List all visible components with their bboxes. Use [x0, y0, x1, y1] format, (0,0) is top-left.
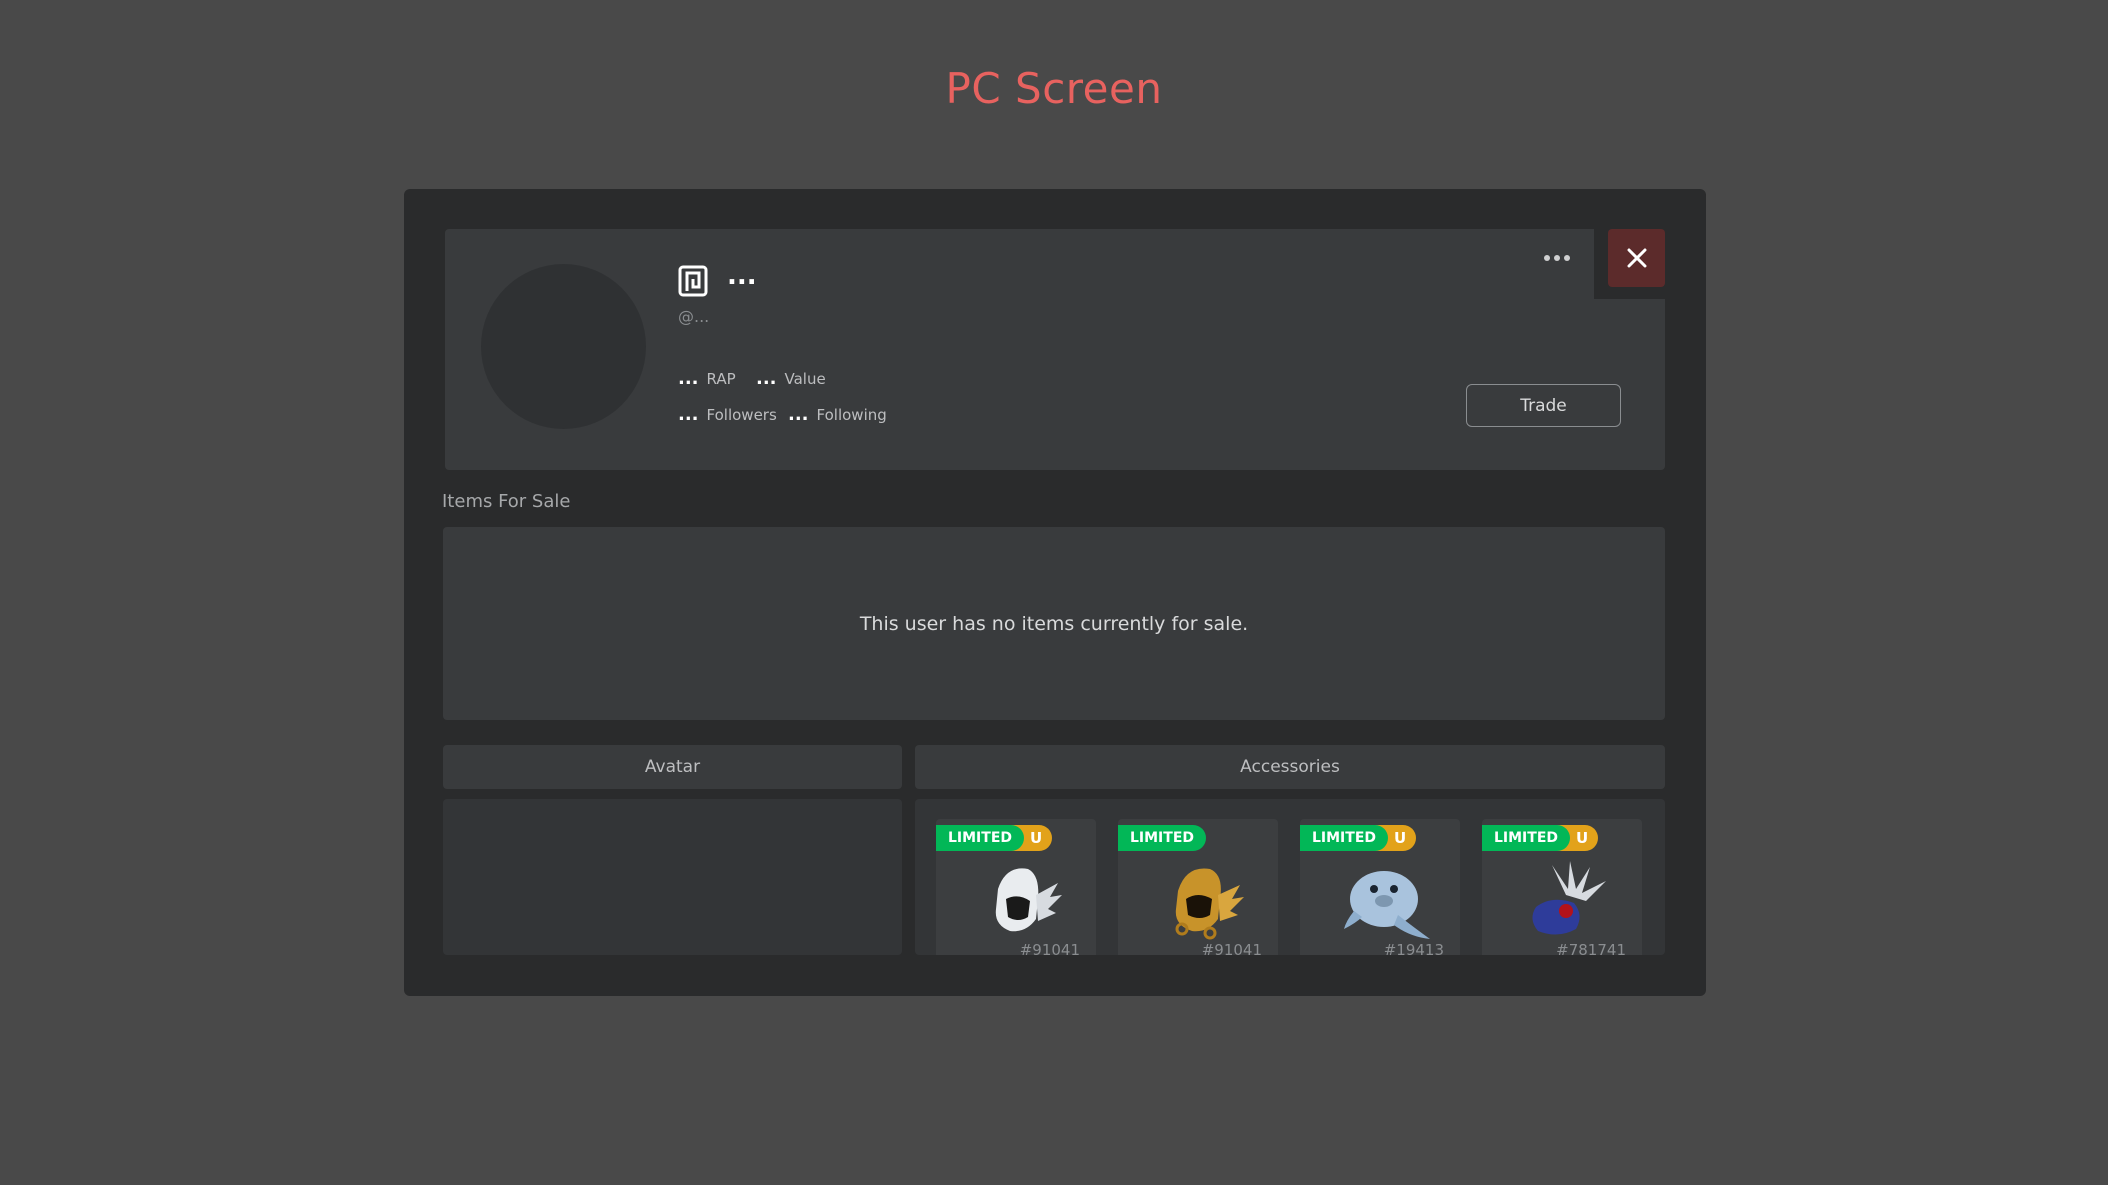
following-label: Following — [816, 406, 887, 424]
value-stat: ... Value — [756, 368, 826, 389]
dominus-gold-icon — [1175, 868, 1244, 940]
accessory-item[interactable]: LIMITED U #91041 — [936, 819, 1096, 955]
profile-modal: ... @... ... RAP ... Value ... Followers ..… — [404, 189, 1706, 996]
rap-value: ... — [678, 368, 699, 389]
following-stat[interactable]: ... Following — [788, 404, 887, 425]
limited-badge: LIMITED U — [1300, 825, 1417, 851]
premium-icon — [678, 265, 708, 297]
trade-button[interactable]: Trade — [1466, 384, 1621, 427]
accessories-panel: LIMITED U #91041 LIMITED #91041 LIMITED … — [915, 799, 1665, 955]
close-icon — [1627, 248, 1646, 268]
followers-label: Followers — [706, 406, 777, 424]
avatar-panel — [443, 799, 902, 955]
more-options-icon[interactable] — [1543, 251, 1571, 265]
followers-stat[interactable]: ... Followers — [678, 404, 777, 425]
page-title: PC Screen — [945, 64, 1163, 113]
limited-badge: LIMITED U — [936, 825, 1053, 851]
serial-number: #91041 — [1019, 941, 1080, 955]
accessory-item[interactable]: LIMITED U #19413 — [1300, 819, 1460, 955]
seal-hat-icon — [1344, 871, 1430, 939]
items-for-sale-panel: This user has no items currently for sal… — [443, 527, 1665, 720]
accessory-item[interactable]: LIMITED #91041 — [1118, 819, 1278, 955]
accessory-item[interactable]: LIMITED U #781741 — [1482, 819, 1642, 955]
empty-sale-message: This user has no items currently for sal… — [859, 612, 1249, 635]
rap-label: RAP — [706, 370, 736, 388]
serial-number: #91041 — [1201, 941, 1262, 955]
items-for-sale-heading: Items For Sale — [442, 491, 571, 512]
limited-badge: LIMITED U — [1482, 825, 1599, 851]
following-value: ... — [788, 404, 809, 425]
serial-number: #19413 — [1383, 941, 1444, 955]
avatar[interactable] — [481, 264, 646, 429]
limited-badge: LIMITED — [1118, 825, 1207, 851]
profile-card: ... @... ... RAP ... Value ... Followers ..… — [445, 229, 1665, 470]
tab-accessories[interactable]: Accessories — [915, 745, 1665, 789]
followers-value: ... — [678, 404, 699, 425]
dominus-white-icon — [995, 868, 1062, 932]
feathered-hat-icon — [1532, 861, 1606, 935]
username: @... — [678, 307, 710, 326]
serial-number: #781741 — [1556, 941, 1626, 955]
close-button[interactable] — [1608, 229, 1665, 287]
rap-stat: ... RAP — [678, 368, 736, 389]
display-name: ... — [727, 261, 757, 291]
tab-avatar[interactable]: Avatar — [443, 745, 902, 789]
value-value: ... — [756, 368, 777, 389]
value-label: Value — [784, 370, 826, 388]
